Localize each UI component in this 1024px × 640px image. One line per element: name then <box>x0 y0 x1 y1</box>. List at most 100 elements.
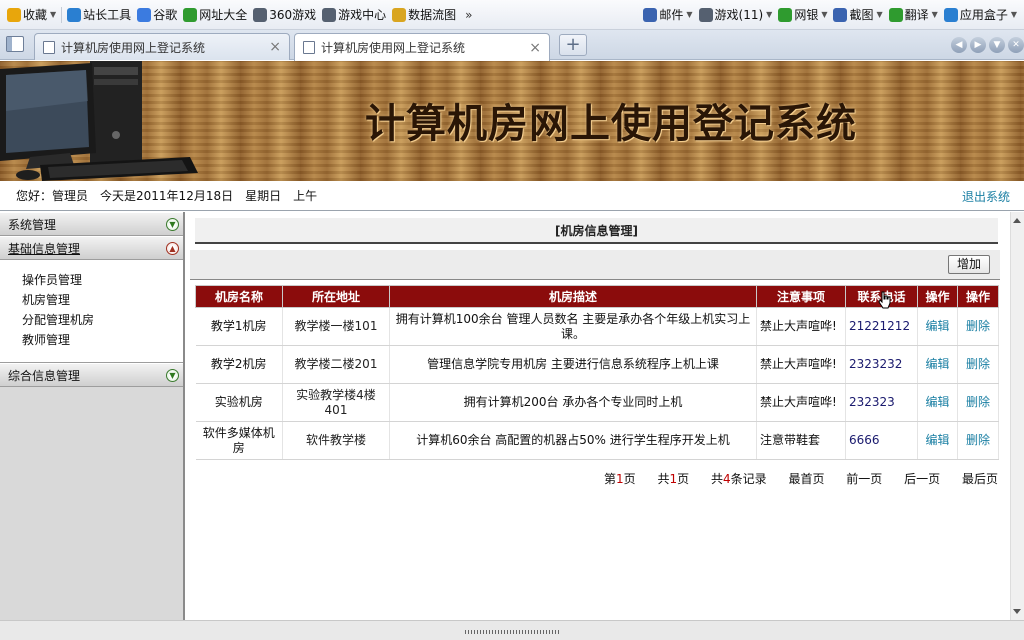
last-page-link[interactable]: 最后页 <box>962 472 998 486</box>
tab-2[interactable]: 计算机房使用网上登记系统 × <box>294 33 550 61</box>
scroll-tabs-right-icon[interactable]: ▶ <box>970 37 986 53</box>
delete-link[interactable]: 删除 <box>966 395 990 409</box>
bookmark-item[interactable]: 网址大全 <box>180 4 250 26</box>
status-bar <box>0 620 1024 640</box>
main-content: [机房信息管理] 增加 机房名称 所在地址 机房描述 注意事项 联系电话 操作 … <box>187 212 1010 620</box>
edit-link[interactable]: 编辑 <box>925 433 949 447</box>
bookmark-item[interactable]: 网银 ▼ <box>775 4 830 26</box>
sidebar-section-system[interactable]: 系统管理 ▼ <box>0 212 183 236</box>
bookmark-label: 网银 <box>794 8 819 22</box>
chevron-down-icon[interactable]: ▼ <box>50 10 56 19</box>
tab-label: 计算机房使用网上登记系统 <box>61 40 206 55</box>
sidebar-item-teacher[interactable]: 教师管理 <box>22 330 183 350</box>
folder-icon <box>392 7 407 22</box>
tab-1[interactable]: 计算机房使用网上登记系统 × <box>34 33 290 60</box>
sidebar-item-operator[interactable]: 操作员管理 <box>22 270 183 290</box>
sidebar-section-label: 综合信息管理 <box>8 368 81 383</box>
new-tab-button[interactable]: + <box>559 34 587 56</box>
room-address-cell: 软件教学楼 <box>282 421 390 460</box>
tab-close-icon[interactable]: × <box>529 40 541 56</box>
toolbar: 增加 <box>190 250 1000 280</box>
prev-page-link[interactable]: 前一页 <box>846 472 882 486</box>
bookmark-label: 游戏(11) <box>714 8 764 22</box>
resize-grip-icon[interactable] <box>465 630 559 634</box>
add-button[interactable]: 增加 <box>948 255 990 274</box>
sidebar-item-room[interactable]: 机房管理 <box>22 290 183 310</box>
edit-link[interactable]: 编辑 <box>925 395 949 409</box>
tab-list-icon[interactable]: ▼ <box>989 37 1005 53</box>
google-icon <box>137 7 152 22</box>
collapse-icon[interactable]: ▲ <box>166 242 179 255</box>
bookmarks-more-button[interactable]: » <box>465 8 472 22</box>
bookmark-item[interactable]: 游戏(11) ▼ <box>696 4 776 26</box>
column-header: 所在地址 <box>282 285 390 308</box>
period-text: 上午 <box>293 189 318 203</box>
sidebar-item-assign-room[interactable]: 分配管理机房 <box>22 310 183 330</box>
chevron-down-icon[interactable]: ▼ <box>877 10 883 19</box>
chevron-down-icon[interactable]: ▼ <box>932 10 938 19</box>
total-pages: 共1页 <box>657 472 689 486</box>
bookmark-label: 站长工具 <box>83 8 132 22</box>
banner-title: 计算机房网上使用登记系统 <box>365 100 857 147</box>
room-desc-cell: 拥有计算机100余台 管理人员数名 主要是承办各个年级上机实习上课。 <box>389 307 757 346</box>
bookmark-item[interactable]: 收藏 ▼ <box>4 4 59 26</box>
chevron-down-icon[interactable]: ▼ <box>1011 10 1017 19</box>
vertical-scrollbar[interactable] <box>1010 212 1024 620</box>
chevron-down-icon[interactable]: ▼ <box>686 10 692 19</box>
bookmark-item[interactable]: 站长工具 <box>64 4 134 26</box>
scroll-up-icon[interactable] <box>1013 218 1021 223</box>
bank-icon <box>778 7 793 22</box>
bookmark-item[interactable]: 邮件 ▼ <box>640 4 695 26</box>
mail-icon <box>643 7 658 22</box>
table-row: 教学1机房 教学楼一楼101 拥有计算机100余台 管理人员数名 主要是承办各个… <box>195 307 999 346</box>
table-row: 实验机房 实验教学楼4楼401 拥有计算机200台 承办各个专业同时上机 禁止大… <box>195 383 999 422</box>
bookmarks-left: 收藏 ▼ 站长工具 谷歌 网址大全 360游戏 游戏中心 数据流图 <box>4 4 459 26</box>
page-suffix: 页 <box>623 472 636 486</box>
tab-close-icon[interactable]: × <box>269 39 281 55</box>
edit-link[interactable]: 编辑 <box>925 319 949 333</box>
translate-icon <box>888 7 903 22</box>
chevron-down-icon[interactable]: ▼ <box>821 10 827 19</box>
delete-link[interactable]: 删除 <box>966 433 990 447</box>
logout-link[interactable]: 退出系统 <box>962 188 1010 205</box>
bookmark-item[interactable]: 游戏中心 <box>319 4 389 26</box>
table-row: 教学2机房 教学楼二楼201 管理信息学院专用机房 主要进行信息系统程序上机上课… <box>195 345 999 384</box>
scroll-down-icon[interactable] <box>1013 609 1021 614</box>
total-suffix: 页 <box>677 472 690 486</box>
room-note-cell: 注意带鞋套 <box>756 421 846 460</box>
room-name-cell: 软件多媒体机房 <box>195 421 283 460</box>
column-header: 机房名称 <box>195 285 283 308</box>
tab-label: 计算机房使用网上登记系统 <box>321 41 466 55</box>
computer-illustration-icon <box>0 61 198 181</box>
scissors-icon <box>833 7 848 22</box>
bookmark-item[interactable]: 翻译 ▼ <box>886 4 941 26</box>
sidebar-toggle-icon[interactable] <box>6 36 24 52</box>
page-icon <box>303 41 315 54</box>
bookmark-item[interactable]: 360游戏 <box>250 4 319 26</box>
column-header: 机房描述 <box>389 285 757 308</box>
sidebar-section-basic-info[interactable]: 基础信息管理 ▲ <box>0 236 183 260</box>
bookmark-label: 邮件 <box>659 8 684 22</box>
delete-link[interactable]: 删除 <box>966 357 990 371</box>
expand-icon[interactable]: ▼ <box>166 369 179 382</box>
bookmark-label: 数据流图 <box>408 8 457 22</box>
star-icon <box>7 7 21 22</box>
column-header: 操作 <box>957 285 999 308</box>
expand-icon[interactable]: ▼ <box>166 218 179 231</box>
chevron-down-icon[interactable]: ▼ <box>766 10 772 19</box>
bookmark-item[interactable]: 谷歌 <box>134 4 180 26</box>
room-phone-cell: 21221212 <box>845 307 918 346</box>
bookmark-item[interactable]: 数据流图 <box>389 4 459 26</box>
bookmark-item[interactable]: 截图 ▼ <box>830 4 885 26</box>
next-page-link[interactable]: 后一页 <box>904 472 940 486</box>
delete-link[interactable]: 删除 <box>966 319 990 333</box>
sidebar-section-comprehensive[interactable]: 综合信息管理 ▼ <box>0 363 183 387</box>
room-table: 机房名称 所在地址 机房描述 注意事项 联系电话 操作 操作 教学1机房 教学楼… <box>195 285 999 460</box>
bookmark-item[interactable]: 应用盒子 ▼ <box>941 4 1020 26</box>
room-address-cell: 教学楼二楼201 <box>282 345 390 384</box>
scroll-tabs-left-icon[interactable]: ◀ <box>951 37 967 53</box>
site-banner: 计算机房网上使用登记系统 <box>0 61 1024 181</box>
close-all-tabs-icon[interactable]: ✕ <box>1008 37 1024 53</box>
edit-link[interactable]: 编辑 <box>925 357 949 371</box>
first-page-link[interactable]: 最首页 <box>788 472 824 486</box>
